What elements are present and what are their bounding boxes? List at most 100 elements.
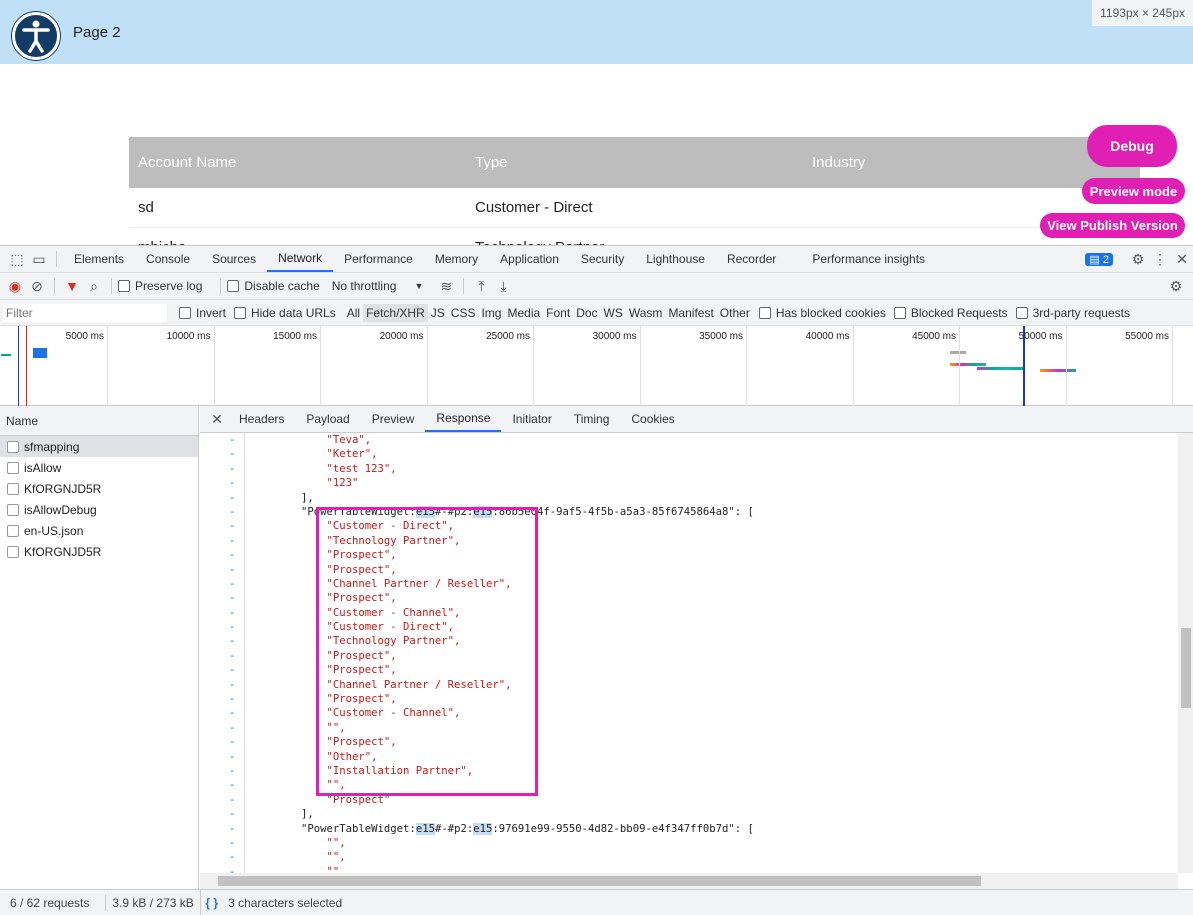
debug-button[interactable]: Debug bbox=[1087, 125, 1177, 167]
hide-data-urls-checkbox[interactable]: Hide data URLs bbox=[234, 306, 336, 320]
inspect-icon[interactable]: ⬚ bbox=[6, 251, 28, 268]
preserve-log-checkbox[interactable]: Preserve log bbox=[118, 279, 202, 293]
detail-tab-response[interactable]: Response bbox=[425, 406, 502, 432]
name-column-header[interactable]: Name bbox=[0, 406, 198, 436]
table-row[interactable]: sd Customer - Direct bbox=[129, 188, 1140, 228]
tick-label: 10000 ms bbox=[166, 331, 211, 342]
filter-type-font[interactable]: Font bbox=[543, 304, 573, 322]
gutter-marker: - bbox=[229, 836, 236, 849]
clear-icon[interactable]: ⊘ bbox=[26, 278, 48, 295]
filter-type-doc[interactable]: Doc bbox=[573, 304, 600, 322]
code-text: "", bbox=[327, 865, 346, 873]
filter-type-media[interactable]: Media bbox=[504, 304, 543, 322]
tab-recorder[interactable]: Recorder bbox=[716, 246, 787, 272]
highlight-box bbox=[316, 507, 538, 796]
request-row[interactable]: en-US.json bbox=[0, 520, 198, 541]
filter-type-other[interactable]: Other bbox=[717, 304, 753, 322]
accessibility-icon[interactable] bbox=[12, 12, 60, 60]
gutter-marker: - bbox=[229, 448, 236, 461]
issues-badge[interactable]: ▤ 2 bbox=[1085, 252, 1113, 266]
throttling-select[interactable]: No throttling ▼ bbox=[332, 279, 424, 293]
network-overview-timeline[interactable]: 5000 ms 10000 ms 15000 ms 20000 ms 25000 ms 3… bbox=[0, 326, 1193, 406]
gutter-marker: - bbox=[229, 520, 236, 533]
view-publish-version-button[interactable]: View Publish Version bbox=[1040, 213, 1185, 238]
column-header[interactable]: Type bbox=[466, 154, 803, 171]
disable-cache-checkbox[interactable]: Disable cache bbox=[227, 279, 320, 293]
gutter-marker: - bbox=[229, 577, 236, 590]
gutter-marker: - bbox=[229, 563, 236, 576]
row-checkbox bbox=[7, 503, 19, 516]
detail-tab-initiator[interactable]: Initiator bbox=[501, 406, 562, 432]
column-header[interactable]: Account Name bbox=[129, 154, 466, 171]
request-count: 6 / 62 requests bbox=[10, 895, 90, 910]
close-icon[interactable]: ✕ bbox=[1171, 251, 1193, 268]
filter-input[interactable] bbox=[3, 303, 167, 322]
device-toggle-icon[interactable]: ▭ bbox=[28, 251, 50, 268]
code-line: - "Teva", bbox=[200, 433, 1178, 447]
tick-label: 35000 ms bbox=[699, 331, 743, 342]
more-options-icon[interactable]: ⋮ bbox=[1149, 251, 1171, 268]
export-har-icon[interactable]: ⤓ bbox=[492, 278, 514, 295]
settings-icon[interactable]: ⚙ bbox=[1127, 251, 1149, 268]
code-line: - "", bbox=[200, 850, 1178, 864]
tab-sources[interactable]: Sources bbox=[201, 246, 267, 272]
search-icon[interactable]: ⌕ bbox=[83, 278, 105, 295]
filter-type-manifest[interactable]: Manifest bbox=[665, 304, 716, 322]
pretty-print-icon[interactable]: { } bbox=[205, 896, 218, 910]
horizontal-scrollbar[interactable] bbox=[200, 873, 1178, 889]
detail-tab-cookies[interactable]: Cookies bbox=[620, 406, 685, 432]
request-row[interactable]: KfORGNJD5R bbox=[0, 478, 198, 499]
tab-application[interactable]: Application bbox=[489, 246, 570, 272]
filter-icon[interactable]: ▼ bbox=[61, 278, 83, 294]
tab-performance-insights[interactable]: Performance insights bbox=[801, 246, 936, 272]
request-row[interactable]: sfmapping bbox=[0, 436, 198, 457]
has-blocked-cookies-checkbox[interactable]: Has blocked cookies bbox=[758, 306, 886, 320]
tab-network[interactable]: Network bbox=[267, 246, 334, 272]
third-party-requests-checkbox[interactable]: 3rd-party requests bbox=[1015, 306, 1130, 320]
tab-security[interactable]: Security bbox=[570, 246, 635, 272]
tick-label: 45000 ms bbox=[912, 331, 956, 342]
invert-checkbox[interactable]: Invert bbox=[179, 306, 226, 320]
bracket: ], bbox=[301, 491, 314, 504]
detail-tab-preview[interactable]: Preview bbox=[361, 406, 426, 432]
filter-type-img[interactable]: Img bbox=[478, 304, 504, 322]
tab-memory[interactable]: Memory bbox=[424, 246, 489, 272]
filter-type-wasm[interactable]: Wasm bbox=[626, 304, 666, 322]
tab-console[interactable]: Console bbox=[135, 246, 201, 272]
filter-type-fetch-xhr[interactable]: Fetch/XHR bbox=[363, 303, 428, 322]
detail-tab-headers[interactable]: Headers bbox=[228, 406, 295, 432]
request-name: isAllow bbox=[24, 460, 62, 475]
close-details-icon[interactable]: ✕ bbox=[206, 411, 228, 428]
detail-tab-payload[interactable]: Payload bbox=[295, 406, 360, 432]
filter-bar: Invert Hide data URLs AllFetch/XHRJSCSSI… bbox=[0, 300, 1193, 326]
network-settings-icon[interactable]: ⚙ bbox=[1165, 278, 1187, 295]
string-value: "", bbox=[326, 851, 346, 864]
gutter-marker: - bbox=[229, 434, 236, 446]
vertical-scrollbar[interactable] bbox=[1178, 433, 1193, 873]
filter-type-js[interactable]: JS bbox=[428, 304, 448, 322]
preview-mode-button[interactable]: Preview mode bbox=[1082, 178, 1185, 204]
blocked-requests-checkbox[interactable]: Blocked Requests bbox=[893, 306, 1008, 320]
filter-type-css[interactable]: CSS bbox=[448, 304, 479, 322]
tab-performance[interactable]: Performance bbox=[333, 246, 424, 272]
import-har-icon[interactable]: ⤒ bbox=[470, 278, 492, 295]
detail-tab-timing[interactable]: Timing bbox=[563, 406, 621, 432]
request-row[interactable]: KfORGNJD5R bbox=[0, 541, 198, 562]
request-bar bbox=[1, 354, 11, 356]
record-icon[interactable]: ◉ bbox=[4, 278, 26, 295]
gutter-marker: - bbox=[229, 736, 236, 749]
devtools-panel: ⬚ ▭ Elements Console Sources Network Perform… bbox=[0, 245, 1193, 915]
tab-lighthouse[interactable]: Lighthouse bbox=[635, 246, 716, 272]
cell: Customer - Direct bbox=[475, 199, 593, 216]
request-row[interactable]: isAllow bbox=[0, 457, 198, 478]
status-bar: 6 / 62 requests 3.9 kB / 273 kB transfer… bbox=[0, 889, 1193, 915]
network-conditions-icon[interactable]: ≋ bbox=[435, 278, 457, 295]
filter-type-ws[interactable]: WS bbox=[601, 304, 626, 322]
request-details: ✕ Headers Payload Preview Response Initiator… bbox=[200, 406, 1193, 889]
tab-elements[interactable]: Elements bbox=[63, 246, 135, 272]
timeline-tick: 25000 ms bbox=[486, 326, 534, 406]
object-key-part: e15 bbox=[415, 822, 435, 835]
filter-type-all[interactable]: All bbox=[344, 304, 363, 322]
dimensions-tooltip: 1193px × 245px bbox=[1092, 0, 1193, 26]
request-row[interactable]: isAllowDebug bbox=[0, 499, 198, 520]
